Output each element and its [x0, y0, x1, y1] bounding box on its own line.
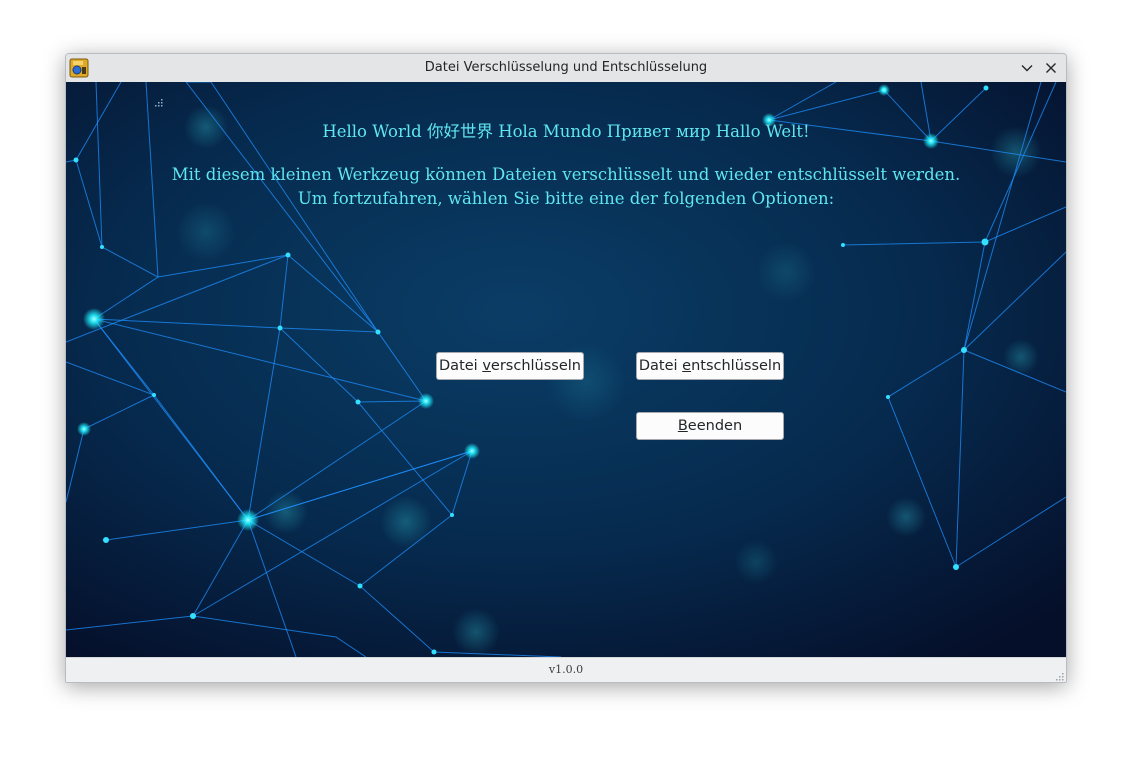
encrypt-file-button[interactable]: Datei verschlüsseln — [436, 352, 584, 380]
resize-grip-icon[interactable] — [1054, 671, 1064, 681]
decrypt-file-button[interactable]: Datei entschlüsseln — [636, 352, 784, 380]
decrypt-label-prefix: Datei — [638, 358, 683, 374]
status-bar: v1.0.0 — [66, 657, 1066, 682]
decrypt-mnemonic: e — [682, 358, 692, 374]
encrypt-label-suffix: erschlüsseln — [490, 358, 581, 374]
decrypt-label-suffix: ntschlüsseln — [691, 358, 782, 374]
quit-button[interactable]: Beenden — [636, 412, 784, 440]
minimize-button[interactable] — [1018, 59, 1036, 77]
window-title: Datei Verschlüsselung und Entschlüsselun… — [424, 60, 708, 75]
greeting-text: Hello World 你好世界 Hola Mundo Привет мир H… — [322, 122, 810, 141]
app-window: Datei Verschlüsselung und Entschlüsselun… — [65, 53, 1067, 683]
resize-dots-icon — [155, 99, 163, 107]
quit-label-suffix: eenden — [687, 418, 743, 434]
title-bar[interactable]: Datei Verschlüsselung und Entschlüsselun… — [66, 54, 1066, 83]
encrypt-label-prefix: Datei — [439, 358, 483, 374]
close-icon — [1046, 63, 1056, 73]
main-panel: Hello World 你好世界 Hola Mundo Привет мир H… — [66, 82, 1066, 657]
description-line-2: Um fortzufahren, wählen Sie bitte eine d… — [297, 189, 835, 208]
version-label: v1.0.0 — [548, 663, 584, 676]
chevron-down-icon — [1021, 65, 1033, 72]
description-line-1: Mit diesem kleinen Werkzeug können Datei… — [171, 165, 961, 184]
quit-mnemonic: B — [677, 418, 688, 434]
close-button[interactable] — [1042, 59, 1060, 77]
encrypt-mnemonic: v — [482, 358, 491, 374]
